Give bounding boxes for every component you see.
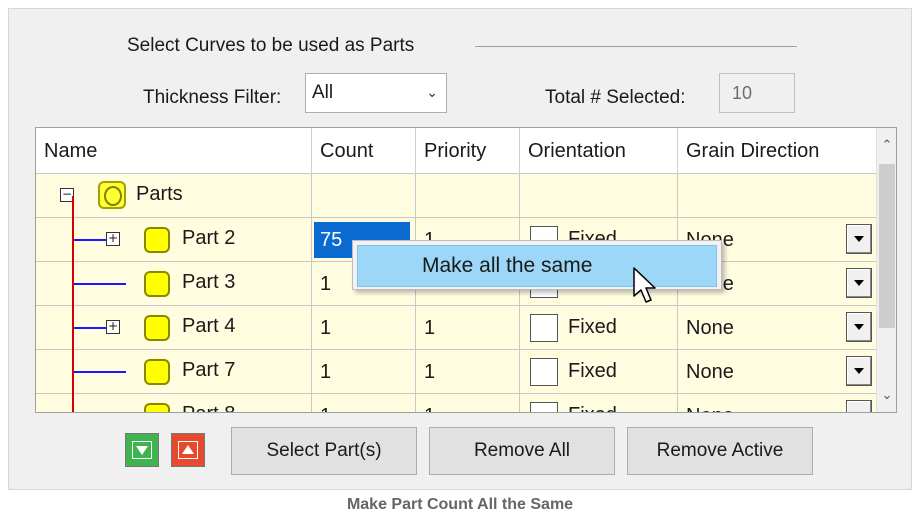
count-cell[interactable]: 1 — [312, 394, 416, 412]
grain-direction-cell[interactable]: None — [678, 394, 876, 413]
group-divider — [475, 46, 797, 47]
remove-active-button[interactable]: Remove Active — [627, 427, 813, 475]
grain-direction-value: None — [686, 360, 734, 383]
orientation-label: Fixed — [568, 404, 617, 412]
context-menu: Make all the same — [352, 240, 722, 290]
scroll-down-icon[interactable]: ⌄ — [877, 382, 896, 408]
table-row[interactable]: Part 7 1 1 Fixed None — [36, 350, 876, 394]
grain-dropdown-button[interactable] — [846, 312, 872, 342]
empty-cell — [678, 174, 876, 218]
fixed-checkbox[interactable] — [530, 402, 558, 412]
tree-root-label: Parts — [136, 183, 183, 205]
make-all-same-menu-item[interactable]: Make all the same — [357, 245, 717, 287]
move-down-button[interactable] — [125, 433, 159, 467]
total-selected-label: Total # Selected: — [545, 87, 686, 108]
scroll-thumb[interactable] — [879, 164, 895, 328]
orientation-cell[interactable]: Fixed — [520, 350, 678, 394]
grid-header: Name Count Priority Orientation Grain Di… — [36, 128, 876, 174]
column-header-priority[interactable]: Priority — [416, 128, 520, 174]
move-up-button[interactable] — [171, 433, 205, 467]
priority-cell[interactable]: 1 — [416, 306, 520, 350]
grain-direction-cell[interactable]: None — [678, 350, 876, 394]
part-name-cell: Part 3 — [36, 262, 312, 306]
column-header-orientation[interactable]: Orientation — [520, 128, 678, 174]
green-down-arrow-icon — [132, 441, 152, 459]
grain-direction-cell[interactable]: None — [678, 306, 876, 350]
chevron-down-icon: ⌄ — [426, 84, 438, 100]
fixed-checkbox[interactable] — [530, 314, 558, 342]
thickness-filter-label: Thickness Filter: — [143, 87, 282, 108]
grain-direction-value: None — [686, 405, 734, 413]
grain-dropdown-button[interactable] — [846, 268, 872, 298]
orientation-cell[interactable]: Fixed — [520, 394, 678, 412]
part-name: Part 7 — [182, 359, 236, 381]
part-name: Part 3 — [182, 271, 236, 293]
empty-cell — [416, 174, 520, 218]
grain-dropdown-button[interactable] — [846, 356, 872, 386]
parts-folder-icon — [98, 181, 126, 209]
grain-dropdown-button[interactable] — [846, 400, 872, 412]
part-name-cell: + Part 2 — [36, 218, 312, 262]
tree-root-row[interactable]: − Parts — [36, 174, 876, 218]
select-parts-button[interactable]: Select Part(s) — [231, 427, 417, 475]
tree-connector — [72, 327, 106, 329]
tree-root-cell: − Parts — [36, 174, 312, 218]
expand-icon[interactable]: + — [106, 232, 120, 246]
yellow-part-icon — [144, 359, 170, 385]
orientation-label: Fixed — [568, 316, 617, 338]
figure-caption: Make Part Count All the Same — [346, 496, 574, 513]
total-selected-field: 10 — [719, 73, 795, 113]
thickness-filter-select[interactable]: All ⌄ — [305, 73, 447, 113]
group-title: Select Curves to be used as Parts — [127, 35, 415, 56]
fixed-checkbox[interactable] — [530, 358, 558, 386]
orientation-cell[interactable]: Fixed — [520, 306, 678, 350]
column-header-count[interactable]: Count — [312, 128, 416, 174]
tree-connector — [72, 239, 106, 241]
orientation-label: Fixed — [568, 360, 617, 382]
mouse-pointer-icon — [633, 267, 656, 303]
part-name: Part 4 — [182, 315, 236, 337]
tree-connector — [72, 371, 126, 373]
vertical-scrollbar[interactable]: ⌃ ⌄ — [876, 128, 896, 412]
part-name-cell: Part 8 — [36, 394, 312, 412]
tree-connector — [72, 283, 126, 285]
empty-cell — [520, 174, 678, 218]
count-cell[interactable]: 1 — [312, 350, 416, 394]
priority-cell[interactable]: 1 — [416, 350, 520, 394]
empty-cell — [312, 174, 416, 218]
yellow-part-icon — [144, 227, 170, 253]
scroll-up-icon[interactable]: ⌃ — [877, 132, 896, 158]
yellow-part-icon — [144, 271, 170, 297]
grain-dropdown-button[interactable] — [846, 224, 872, 254]
remove-all-button[interactable]: Remove All — [429, 427, 615, 475]
count-cell[interactable]: 1 — [312, 306, 416, 350]
tree-vertical-line — [72, 196, 74, 412]
part-name: Part 2 — [182, 227, 236, 249]
table-row[interactable]: + Part 4 1 1 Fixed None — [36, 306, 876, 350]
table-row[interactable]: Part 8 1 1 Fixed None — [36, 394, 876, 413]
part-name: Part 8 — [182, 403, 235, 412]
priority-cell[interactable]: 1 — [416, 394, 520, 412]
column-header-name[interactable]: Name — [36, 128, 312, 174]
yellow-part-icon — [144, 403, 170, 412]
part-name-cell: + Part 4 — [36, 306, 312, 350]
red-up-arrow-icon — [178, 441, 198, 459]
yellow-part-icon — [144, 315, 170, 341]
part-name-cell: Part 7 — [36, 350, 312, 394]
column-header-grain-direction[interactable]: Grain Direction — [678, 128, 876, 174]
thickness-filter-value: All — [312, 82, 334, 103]
expand-icon[interactable]: + — [106, 320, 120, 334]
grain-direction-value: None — [686, 316, 734, 339]
